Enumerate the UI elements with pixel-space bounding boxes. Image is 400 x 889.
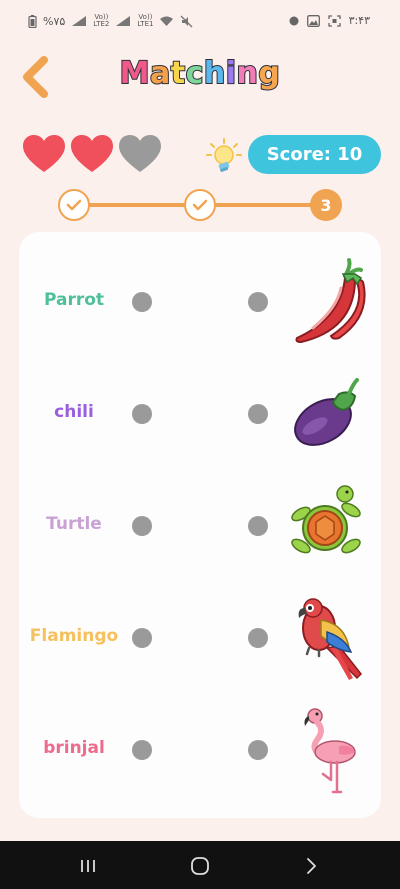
carrier-2: Vo)) LTE1 xyxy=(137,13,154,28)
match-row: brinjal xyxy=(19,700,381,800)
chili-pepper-icon xyxy=(295,258,366,344)
recent-apps-button[interactable] xyxy=(76,855,100,877)
picture-chili-pepper[interactable] xyxy=(287,252,367,352)
lives xyxy=(22,134,162,174)
match-row: Parrot xyxy=(19,252,381,352)
battery-icon xyxy=(28,14,37,28)
left-connector-dot[interactable] xyxy=(132,740,152,760)
step-3-current: 3 xyxy=(310,189,342,221)
step-1-complete xyxy=(58,189,90,221)
picture-turtle[interactable] xyxy=(287,476,367,576)
picture-flamingo[interactable] xyxy=(287,700,367,800)
matching-board: Parrot chili Turtle Flamingo brinjal xyxy=(19,232,381,818)
right-connector-dot[interactable] xyxy=(248,628,268,648)
home-button[interactable] xyxy=(188,855,212,877)
heart-full-icon xyxy=(70,134,114,174)
title-letter: g xyxy=(257,55,281,92)
word-parrot[interactable]: Parrot xyxy=(19,290,129,310)
right-connector-dot[interactable] xyxy=(248,516,268,536)
left-connector-dot[interactable] xyxy=(132,404,152,424)
system-nav-bar xyxy=(0,841,400,889)
word-turtle[interactable]: Turtle xyxy=(19,514,129,534)
word-chili[interactable]: chili xyxy=(19,402,129,422)
picture-parrot[interactable] xyxy=(287,588,367,688)
title-letter: n xyxy=(236,55,259,92)
heart-empty-icon xyxy=(118,134,162,174)
title-letter: c xyxy=(185,55,205,92)
title-letter: t xyxy=(170,55,186,92)
left-connector-dot[interactable] xyxy=(132,292,152,312)
wifi-icon xyxy=(160,16,174,26)
check-icon xyxy=(66,199,82,211)
gallery-icon xyxy=(306,14,320,27)
recent-apps-icon xyxy=(81,860,95,872)
level-progress: 3 xyxy=(58,189,342,223)
heart-full-icon xyxy=(22,134,66,174)
step-2-complete xyxy=(184,189,216,221)
title-letter: i xyxy=(225,55,237,92)
right-connector-dot[interactable] xyxy=(248,292,268,312)
battery-percent: %۷۵ xyxy=(43,14,66,28)
signal-icon xyxy=(72,16,87,26)
page-title: Matching xyxy=(0,55,400,92)
title-letter: M xyxy=(119,55,151,92)
parrot-icon xyxy=(298,598,363,680)
clock: ۳:۴۳ xyxy=(348,14,370,27)
status-bar-right: ۳:۴۳ xyxy=(289,14,370,27)
status-bar-left: %۷۵ Vo)) LTE2 Vo)) LTE1 xyxy=(28,14,193,28)
check-icon xyxy=(192,199,208,211)
home-icon xyxy=(191,857,209,875)
status-bar: %۷۵ Vo)) LTE2 Vo)) LTE1 ۳:۴۳ xyxy=(0,0,400,44)
title-letter: a xyxy=(149,55,171,92)
chevron-right-icon xyxy=(307,858,316,874)
match-row: chili xyxy=(19,364,381,464)
title-letter: h xyxy=(203,55,226,92)
screenshot-icon xyxy=(327,14,341,27)
mute-icon xyxy=(181,15,193,27)
turtle-icon xyxy=(291,485,361,554)
carrier-1: Vo)) LTE2 xyxy=(93,13,110,28)
eggplant-icon xyxy=(294,378,359,446)
left-connector-dot[interactable] xyxy=(132,516,152,536)
left-connector-dot[interactable] xyxy=(132,628,152,648)
picture-eggplant[interactable] xyxy=(287,364,367,464)
word-brinjal[interactable]: brinjal xyxy=(19,738,129,758)
lightbulb-icon xyxy=(206,138,242,172)
score-badge: Score: 10 xyxy=(248,135,381,174)
match-row: Turtle xyxy=(19,476,381,576)
flamingo-icon xyxy=(304,708,356,794)
right-connector-dot[interactable] xyxy=(248,404,268,424)
signal-icon xyxy=(116,16,131,26)
notification-dot-icon xyxy=(289,16,299,25)
back-nav-button[interactable] xyxy=(300,855,324,877)
match-row: Flamingo xyxy=(19,588,381,688)
word-flamingo[interactable]: Flamingo xyxy=(19,626,129,646)
score-label: Score: 10 xyxy=(266,144,363,165)
current-step-label: 3 xyxy=(320,195,332,215)
hint-button[interactable] xyxy=(204,136,244,176)
right-connector-dot[interactable] xyxy=(248,740,268,760)
